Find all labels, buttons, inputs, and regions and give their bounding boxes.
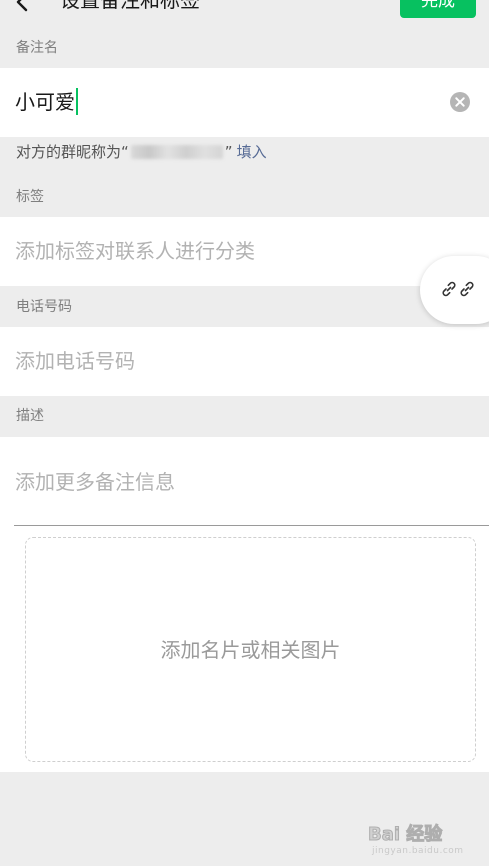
phone-section-label: 电话号码 xyxy=(16,299,72,315)
link-icon xyxy=(460,281,474,297)
group-nick-prefix: 对方的群昵称为“ xyxy=(16,143,129,161)
description-underline xyxy=(14,525,489,526)
blurred-nickname xyxy=(130,145,223,159)
group-nick-suffix: ” xyxy=(224,143,233,161)
tags-section-label: 标签 xyxy=(16,189,44,205)
watermark-text: Bai 经验 xyxy=(367,824,443,846)
remark-section-label: 备注名 xyxy=(16,40,58,56)
group-nickname-hint: 对方的群昵称为“ ” 填入 xyxy=(16,141,267,163)
add-photo-label: 添加名片或相关图片 xyxy=(160,638,341,662)
chevron-left-icon[interactable] xyxy=(14,0,30,12)
page-title: 设置备注和标签 xyxy=(60,0,200,12)
description-section-label: 描述 xyxy=(16,408,44,424)
description-area: 添加更多备注信息 添加名片或相关图片 xyxy=(0,437,489,772)
fill-in-link[interactable]: 填入 xyxy=(237,143,267,161)
description-input[interactable]: 添加更多备注信息 xyxy=(15,467,175,497)
phone-row[interactable]: 添加电话号码 xyxy=(0,327,489,396)
remark-input-row[interactable]: 小可爱 xyxy=(0,68,489,137)
add-photo-button[interactable]: 添加名片或相关图片 xyxy=(25,537,476,762)
link-icon xyxy=(442,281,456,297)
watermark-sub: jingyan.baidu.com xyxy=(372,846,464,856)
done-button[interactable]: 完成 xyxy=(400,0,476,18)
baidu-jingyan-watermark: Bai 经验 jingyan.baidu.com xyxy=(367,818,480,862)
tags-placeholder: 添加标签对联系人进行分类 xyxy=(15,239,255,263)
tags-row[interactable]: 添加标签对联系人进行分类 xyxy=(0,217,489,286)
text-cursor xyxy=(76,88,78,115)
remark-value: 小可爱 xyxy=(15,90,75,114)
remark-input[interactable]: 小可爱 xyxy=(15,87,78,117)
clear-icon[interactable] xyxy=(450,92,470,112)
phone-placeholder: 添加电话号码 xyxy=(15,349,135,373)
top-bar: 设置备注和标签 完成 xyxy=(0,0,489,20)
floating-link-bubble[interactable] xyxy=(420,256,489,324)
